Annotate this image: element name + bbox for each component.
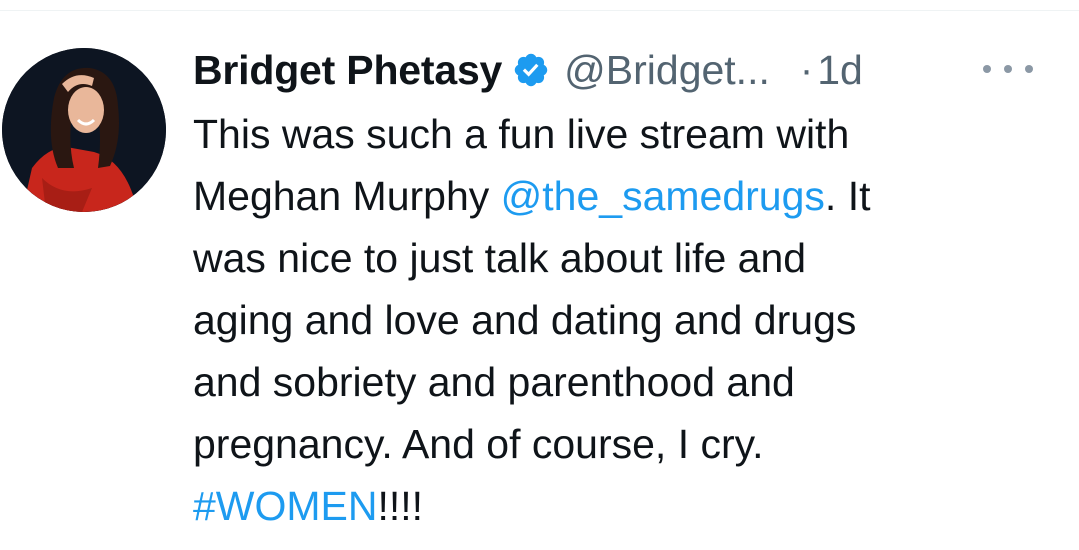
more-options-icon[interactable] (983, 52, 1033, 86)
verified-badge-icon (512, 51, 550, 89)
top-divider (0, 10, 1079, 11)
more-dot (1004, 65, 1012, 73)
mention-link[interactable]: @the_samedrugs (501, 173, 825, 219)
tweet-text-part: !!!! (377, 483, 424, 529)
display-name[interactable]: Bridget Phetasy (193, 47, 502, 94)
more-dot (1025, 65, 1033, 73)
hashtag-link[interactable]: #WOMEN (193, 483, 378, 529)
user-handle[interactable]: @Bridget... (564, 47, 770, 94)
time-separator: · (799, 47, 814, 92)
avatar-photo (2, 48, 166, 212)
timestamp[interactable]: 1d (817, 47, 863, 94)
tweet-text: This was such a fun live stream with Meg… (193, 103, 1063, 537)
avatar[interactable] (2, 48, 166, 212)
tweet-header: Bridget Phetasy @Bridget... · 1d (193, 40, 863, 100)
more-dot (983, 65, 991, 73)
